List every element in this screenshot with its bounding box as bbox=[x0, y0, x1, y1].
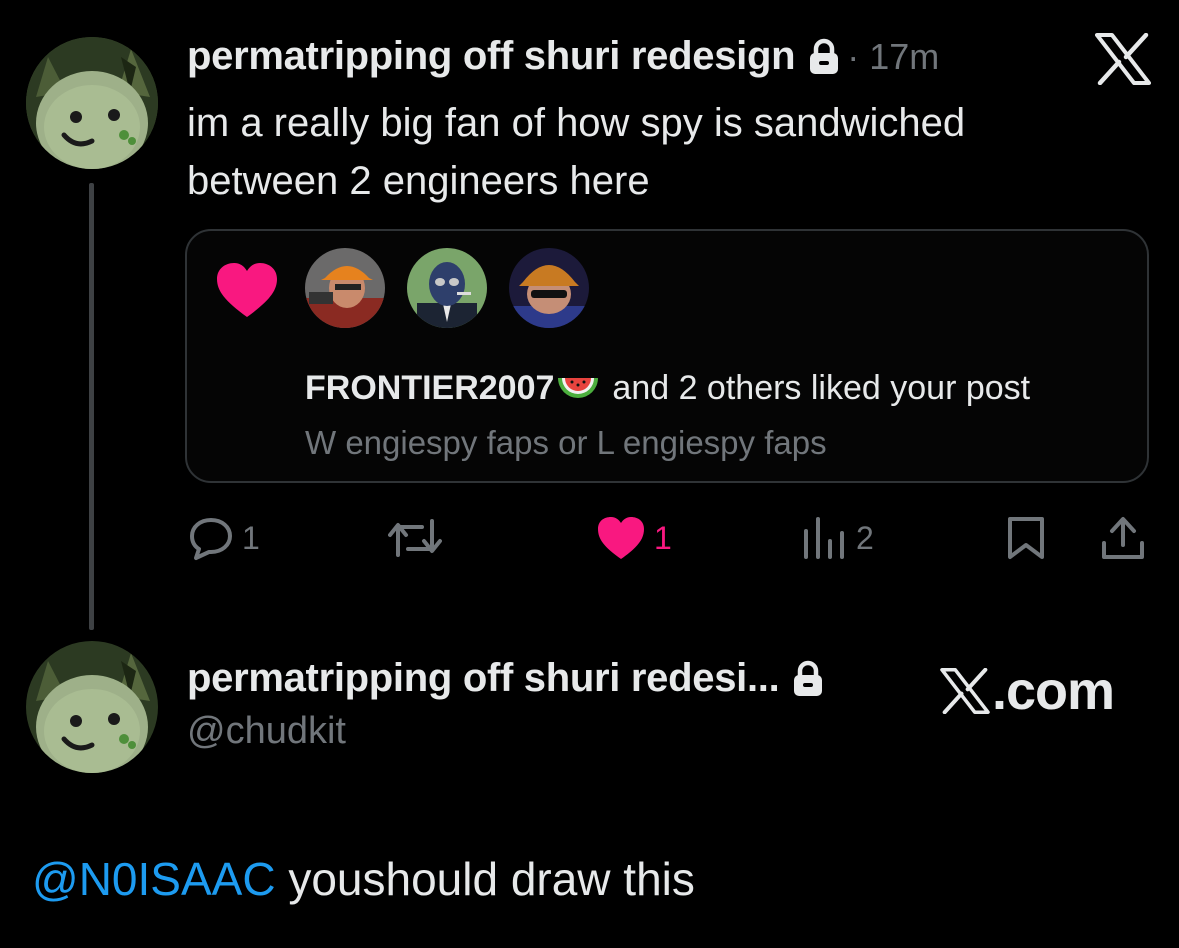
bookmark-button[interactable] bbox=[1006, 510, 1046, 566]
share-icon bbox=[1102, 517, 1144, 559]
tweet-text: im a really big fan of how spy is sandwi… bbox=[187, 101, 966, 203]
lock-icon bbox=[807, 38, 841, 76]
source-display-name[interactable]: permatripping off shuri redesi... bbox=[187, 656, 780, 701]
x-com-branding: .com bbox=[940, 660, 1115, 722]
tweet-timestamp[interactable]: · 17m bbox=[847, 36, 939, 78]
timestamp-value: 17m bbox=[869, 35, 940, 77]
analytics-icon bbox=[804, 517, 844, 559]
x-logo-icon bbox=[1095, 32, 1151, 86]
author-avatar[interactable] bbox=[26, 37, 158, 169]
source-header: permatripping off shuri redesi... bbox=[187, 656, 825, 701]
retweet-icon bbox=[388, 519, 442, 557]
share-button[interactable] bbox=[1100, 510, 1146, 566]
tweet-header: permatripping off shuri redesign · 17m bbox=[187, 34, 939, 79]
embedded-notification-card[interactable]: FRONTIER2007 and 2 others liked your pos… bbox=[185, 229, 1149, 483]
tweet-action-bar: 1 1 2 bbox=[0, 510, 1179, 566]
views-count: 2 bbox=[856, 519, 874, 556]
bookmark-icon bbox=[1008, 517, 1044, 559]
site-domain: .com bbox=[992, 661, 1115, 721]
author-display-name[interactable]: permatripping off shuri redesign bbox=[187, 34, 796, 79]
source-author-avatar[interactable] bbox=[26, 641, 158, 773]
liker-avatar-2[interactable] bbox=[407, 248, 487, 328]
heart-icon bbox=[215, 261, 279, 321]
retweet-button[interactable] bbox=[388, 510, 442, 566]
liked-text: and 2 others liked your post bbox=[612, 369, 1031, 407]
liker-avatar-3[interactable] bbox=[509, 248, 589, 328]
reply-count: 1 bbox=[242, 519, 260, 556]
notification-liked-line: FRONTIER2007 and 2 others liked your pos… bbox=[305, 369, 1030, 408]
liker-avatar-1[interactable] bbox=[305, 248, 385, 328]
reply-text: @N0ISAAC youshould draw this bbox=[32, 852, 695, 906]
like-button[interactable]: 1 bbox=[596, 510, 672, 566]
reply-body: youshould draw this bbox=[275, 853, 695, 905]
watermelon-icon bbox=[556, 374, 600, 404]
reply-button[interactable]: 1 bbox=[188, 510, 260, 566]
source-handle[interactable]: @chudkit bbox=[187, 710, 346, 753]
mention-link[interactable]: @N0ISAAC bbox=[32, 853, 276, 905]
liker-username[interactable]: FRONTIER2007 bbox=[305, 369, 554, 408]
heart-filled-icon bbox=[598, 517, 644, 559]
lock-icon bbox=[791, 660, 825, 698]
like-count: 1 bbox=[654, 519, 672, 556]
views-button[interactable]: 2 bbox=[802, 510, 874, 566]
reply-icon bbox=[190, 518, 232, 560]
x-logo-icon bbox=[940, 668, 990, 714]
liked-post-preview: W engiespy faps or L engiespy faps bbox=[305, 424, 827, 461]
